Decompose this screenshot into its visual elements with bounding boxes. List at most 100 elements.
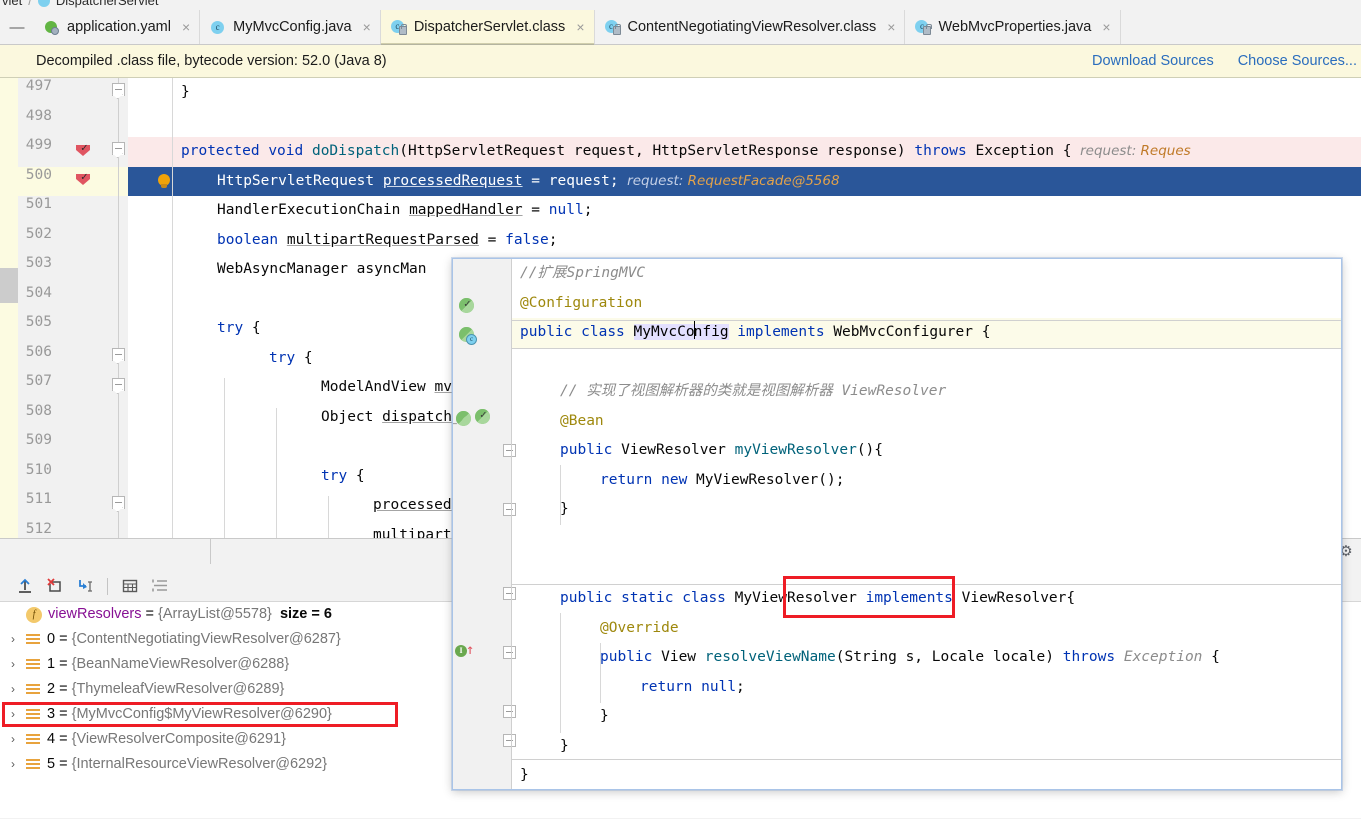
equals-sign: =	[145, 606, 154, 622]
equals-sign: =	[59, 756, 68, 772]
element-value: {MyMvcConfig$MyViewResolver@6290}	[71, 706, 332, 722]
collapse-tabs-icon[interactable]: —	[0, 10, 34, 44]
list-item[interactable]: › 2 = {ThymeleafViewResolver@6289}	[4, 677, 284, 702]
equals-sign: =	[59, 681, 68, 697]
choose-sources-link[interactable]: Choose Sources...	[1238, 53, 1357, 69]
array-element-icon	[26, 758, 40, 772]
popup-code-line: return null;	[640, 678, 745, 695]
line-number: 504	[25, 284, 52, 301]
close-icon[interactable]: ×	[1102, 20, 1110, 34]
popup-code-line-highlighted: public static class MyViewResolver imple…	[560, 590, 1076, 606]
breakpoint-icon[interactable]: ✓	[76, 170, 93, 188]
java-compiled-class-icon: c	[390, 19, 408, 36]
tab-label: application.yaml	[67, 19, 171, 35]
equals-sign: =	[59, 631, 68, 647]
popup-code-line: // 实现了视图解析器的类就是视图解析器 ViewResolver	[560, 383, 947, 399]
popup-code-area[interactable]: //扩展SpringMVC @Configuration public clas…	[512, 259, 1341, 789]
array-element-icon	[26, 733, 40, 747]
sort-values-icon[interactable]	[145, 573, 175, 599]
variable-root-row[interactable]: f viewResolvers = {ArrayList@5578} size …	[4, 602, 332, 627]
breadcrumb-class[interactable]: DispatcherServlet	[56, 0, 159, 10]
element-index: 4	[47, 731, 56, 747]
editor-gutter[interactable]: 497 498 499 500 501 502 503 504 505 506 …	[18, 78, 128, 538]
code-line: boolean multipartRequestParsed = false;	[217, 231, 558, 248]
expand-chevron-icon[interactable]: ›	[4, 752, 22, 777]
popup-gutter[interactable]: ✓ c ✓ ← I↑	[453, 259, 516, 789]
popup-code-line: }	[560, 501, 569, 517]
fold-toggle-icon[interactable]	[112, 496, 125, 509]
element-value: {ContentNegotiatingViewResolver@6287}	[71, 631, 341, 647]
line-number: 503	[25, 255, 52, 271]
popup-code-line: }	[600, 708, 609, 724]
breadcrumb[interactable]: vlet / DispatcherServlet	[0, 0, 1361, 10]
spring-configuration-bean-icon[interactable]: c	[459, 327, 477, 345]
line-number: 506	[25, 343, 52, 360]
list-item[interactable]: › 4 = {ViewResolverComposite@6291}	[4, 727, 286, 752]
fold-toggle-icon[interactable]	[112, 83, 125, 96]
tab-application-yaml[interactable]: application.yaml ×	[34, 10, 201, 44]
view-as-table-icon[interactable]	[115, 573, 145, 599]
line-number: 500	[25, 166, 52, 183]
line-number: 499	[25, 137, 52, 153]
element-index: 1	[47, 656, 56, 672]
breadcrumb-separator: /	[28, 0, 32, 8]
spring-bean-icon[interactable]: ✓	[459, 297, 476, 315]
list-item[interactable]: › 5 = {InternalResourceViewResolver@6292…	[4, 752, 327, 777]
error-stripe-left[interactable]	[0, 78, 18, 592]
tab-dispatcherservlet-class[interactable]: c DispatcherServlet.class ×	[380, 10, 595, 45]
tab-contentnegotiatingviewresolver-class[interactable]: c ContentNegotiatingViewResolver.class ×	[594, 10, 906, 44]
element-value: {ThymeleafViewResolver@6289}	[71, 681, 285, 697]
close-icon[interactable]: ×	[363, 20, 371, 34]
expand-chevron-icon[interactable]: ›	[4, 627, 22, 652]
close-icon[interactable]: ×	[182, 20, 190, 34]
popup-code-line: }	[520, 767, 529, 783]
line-number: 507	[25, 373, 52, 389]
tab-webmvcproperties-java[interactable]: c WebMvcProperties.java ×	[905, 10, 1121, 44]
list-item[interactable]: › 1 = {BeanNameViewResolver@6288}	[4, 652, 289, 677]
element-value: {BeanNameViewResolver@6288}	[71, 656, 290, 672]
field-icon: f	[26, 606, 42, 623]
class-icon	[37, 0, 50, 7]
close-icon[interactable]: ×	[576, 20, 584, 34]
breakpoint-icon[interactable]: ✓	[76, 141, 93, 159]
expand-chevron-icon[interactable]: ›	[4, 702, 22, 727]
fold-toggle-icon[interactable]	[112, 378, 125, 391]
spring-bean-icon[interactable]: ✓	[475, 408, 492, 426]
tab-mymvcconfig-java[interactable]: c MyMvcConfig.java ×	[200, 10, 381, 44]
element-index: 2	[47, 681, 56, 697]
variable-value: {ArrayList@5578}	[158, 606, 272, 622]
popup-code-line: public View resolveViewName(String s, Lo…	[600, 649, 1220, 665]
equals-sign: =	[59, 656, 68, 672]
fold-toggle-icon[interactable]	[112, 142, 125, 155]
line-number: 511	[25, 491, 52, 507]
spring-bean-navigate-icon[interactable]: ←	[453, 411, 473, 430]
evaluate-expression-icon[interactable]	[10, 573, 40, 599]
popup-code-line: //扩展SpringMVC	[520, 265, 646, 281]
download-sources-link[interactable]: Download Sources	[1092, 53, 1214, 69]
equals-sign: =	[59, 706, 68, 722]
list-item[interactable]: › 3 = {MyMvcConfig$MyViewResolver@6290}	[4, 702, 332, 727]
code-preview-popup[interactable]: ✓ c ✓ ← I↑	[452, 258, 1342, 790]
expand-chevron-icon[interactable]: ›	[4, 677, 22, 702]
class-name-token: MyMvcConfig	[633, 321, 729, 340]
tab-label: MyMvcConfig.java	[233, 19, 352, 35]
list-item[interactable]: › 0 = {ContentNegotiatingViewResolver@62…	[4, 627, 341, 652]
fold-toggle-icon[interactable]	[112, 348, 125, 361]
code-line: WebAsyncManager asyncMan	[217, 261, 427, 277]
breadcrumb-trail[interactable]: vlet	[2, 0, 22, 10]
array-element-icon	[26, 658, 40, 672]
decompiled-notification-bar: Decompiled .class file, bytecode version…	[0, 45, 1361, 78]
line-number: 501	[25, 196, 52, 212]
popup-code-line-current: public class MyMvcConfig implements WebM…	[520, 318, 990, 348]
popup-code-line: @Bean	[560, 412, 604, 429]
code-line: HandlerExecutionChain mappedHandler = nu…	[217, 202, 593, 218]
intention-bulb-icon[interactable]	[157, 174, 172, 189]
expand-chevron-icon[interactable]: ›	[4, 727, 22, 752]
expand-chevron-icon[interactable]: ›	[4, 652, 22, 677]
implementing-method-icon[interactable]: I ↑	[455, 642, 475, 660]
mute-breakpoints-icon[interactable]	[40, 573, 70, 599]
popup-code-line: @Override	[600, 619, 679, 636]
java-compiled-class-icon: c	[915, 19, 932, 36]
jump-to-source-icon[interactable]	[70, 573, 100, 599]
close-icon[interactable]: ×	[887, 20, 895, 34]
